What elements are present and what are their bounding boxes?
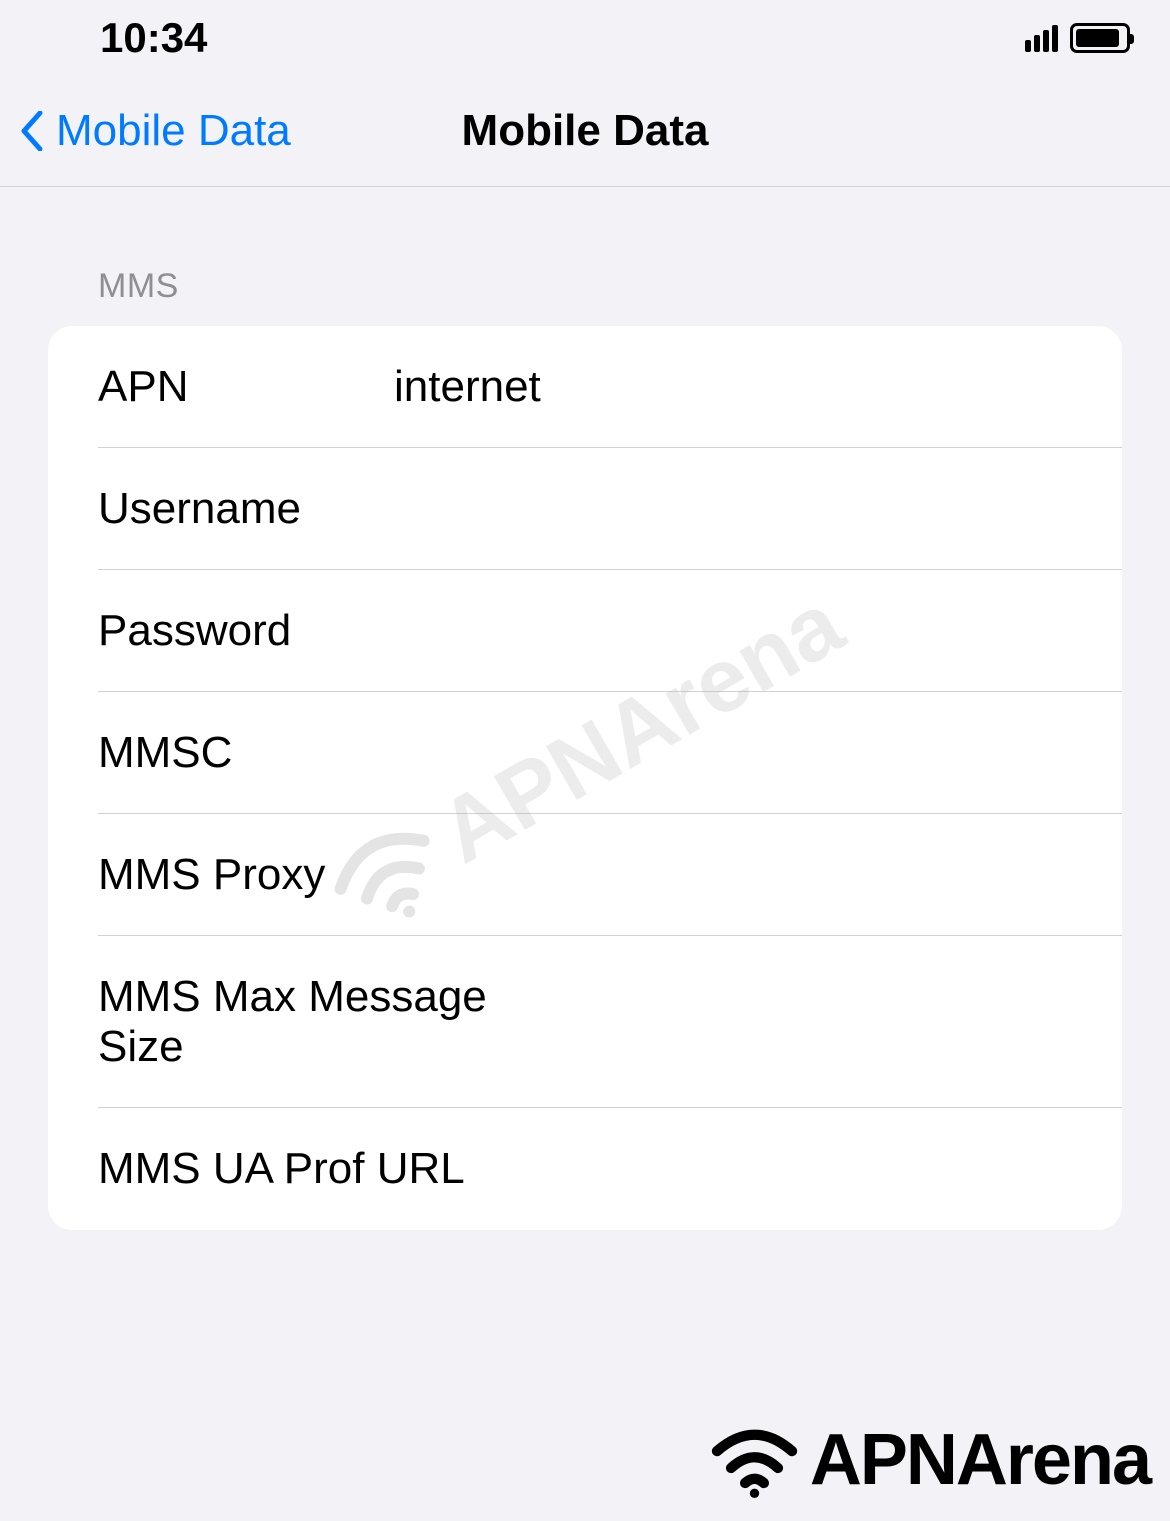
- row-label: MMS UA Prof URL: [98, 1144, 465, 1194]
- mms-ua-prof-input[interactable]: [501, 1144, 1122, 1194]
- back-button[interactable]: Mobile Data: [20, 106, 291, 156]
- settings-row-mms-proxy[interactable]: MMS Proxy: [48, 814, 1122, 936]
- apn-input[interactable]: [394, 362, 1122, 412]
- settings-row-mms-ua-prof[interactable]: MMS UA Prof URL: [48, 1108, 1122, 1230]
- section-header-mms: MMS: [98, 267, 1122, 306]
- status-bar: 10:34: [0, 0, 1170, 76]
- settings-row-mms-max-size[interactable]: MMS Max Message Size: [48, 936, 1122, 1108]
- row-label: APN: [98, 362, 358, 412]
- password-input[interactable]: [394, 606, 1122, 656]
- signal-icon: [1025, 24, 1058, 52]
- mms-proxy-input[interactable]: [394, 850, 1122, 900]
- settings-row-apn[interactable]: APN: [48, 326, 1122, 448]
- mmsc-input[interactable]: [394, 728, 1122, 778]
- username-input[interactable]: [394, 484, 1122, 534]
- footer-logo: APNArena: [707, 1419, 1150, 1501]
- footer-text: APNArena: [810, 1419, 1150, 1501]
- page-title: Mobile Data: [462, 106, 709, 156]
- content-area: MMS APN Username Password MMSC MMS Proxy: [0, 187, 1170, 1230]
- back-label: Mobile Data: [56, 106, 291, 156]
- wifi-icon: [707, 1423, 802, 1498]
- row-label: Username: [98, 484, 358, 534]
- mms-max-size-input[interactable]: [547, 997, 1122, 1047]
- navigation-bar: Mobile Data Mobile Data: [0, 76, 1170, 187]
- row-label: MMS Proxy: [98, 850, 358, 900]
- settings-row-username[interactable]: Username: [48, 448, 1122, 570]
- row-label: MMS Max Message Size: [98, 972, 511, 1072]
- status-indicators: [1025, 23, 1130, 53]
- chevron-left-icon: [20, 111, 44, 151]
- settings-row-password[interactable]: Password: [48, 570, 1122, 692]
- status-time: 10:34: [100, 14, 207, 62]
- settings-row-mmsc[interactable]: MMSC: [48, 692, 1122, 814]
- battery-icon: [1070, 23, 1130, 53]
- row-label: Password: [98, 606, 358, 656]
- row-label: MMSC: [98, 728, 358, 778]
- settings-group-mms: APN Username Password MMSC MMS Proxy MMS…: [48, 326, 1122, 1230]
